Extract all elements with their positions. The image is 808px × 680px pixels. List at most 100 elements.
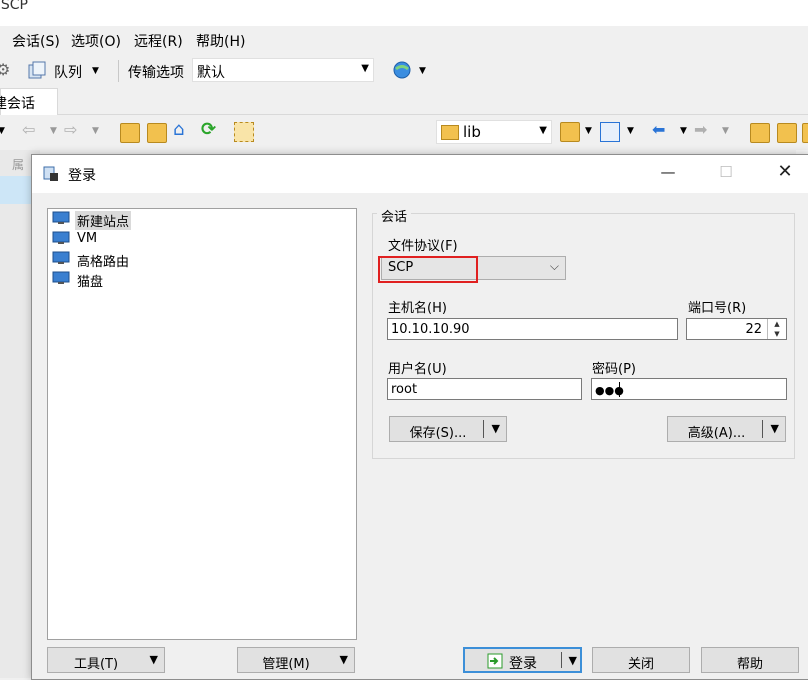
chevron-down-icon: ⌵ — [549, 259, 559, 273]
tree-folder-icon[interactable] — [234, 122, 254, 142]
monitor-icon — [52, 271, 70, 284]
home-icon[interactable]: ⌂ — [173, 119, 184, 140]
menu-options[interactable]: 选项(O) — [71, 31, 121, 51]
queue-icon[interactable] — [28, 61, 46, 79]
save-dropdown-icon[interactable]: ▼ — [492, 422, 500, 435]
monitor-icon — [52, 211, 70, 224]
protocol-highlight-box — [378, 256, 478, 283]
port-label: 端口号(R) — [688, 301, 747, 316]
username-input[interactable]: root — [387, 378, 582, 400]
menu-session[interactable]: 会话(S) — [12, 31, 60, 51]
dialog-titlebar: 登录 — ☐ ✕ — [32, 155, 808, 193]
globe-dropdown-icon[interactable]: ▼ — [419, 66, 426, 76]
transfer-options-combo[interactable]: 默认 ▼ — [192, 58, 374, 82]
tab-new-session-label: 建会话 — [0, 96, 35, 112]
remote-forward-dropdown-icon[interactable]: ▼ — [722, 126, 729, 136]
spin-up-icon[interactable]: ▲ — [768, 319, 786, 329]
queue-label[interactable]: 队列 — [54, 62, 82, 82]
close-button[interactable]: 关闭 — [592, 647, 690, 673]
password-input[interactable]: ●●● — [591, 378, 787, 400]
remote-root-folder-icon[interactable] — [777, 123, 797, 143]
toolbar-nav: ▼ ⇦ ▼ ⇨ ▼ ⌂ ⟳ lib ▼ ▼ ▼ ⬅ ▼ ➡ ▼ — [0, 116, 808, 148]
spin-down-icon[interactable]: ▼ — [768, 329, 786, 339]
root-folder-icon[interactable] — [147, 123, 167, 143]
login-arrow-icon — [487, 653, 503, 669]
filter-dropdown-icon[interactable]: ▼ — [627, 126, 634, 136]
nav-dropdown-icon[interactable]: ▼ — [0, 126, 5, 136]
login-dropdown-icon[interactable]: ▼ — [569, 654, 577, 667]
minimize-icon[interactable]: — — [656, 163, 680, 183]
transfer-options-label: 传输选项 — [128, 65, 184, 81]
help-button-label: 帮助 — [736, 657, 763, 672]
tab-new-session[interactable]: 建会话 — [0, 88, 58, 115]
local-column-header[interactable]: 属 — [12, 156, 24, 173]
chevron-down-icon: ▼ — [539, 125, 547, 136]
remote-back-dropdown-icon[interactable]: ▼ — [680, 126, 687, 136]
close-icon[interactable]: ✕ — [773, 161, 797, 182]
tools-button-label: 工具(T) — [73, 657, 119, 672]
remote-forward-arrow-icon[interactable]: ➡ — [694, 120, 707, 139]
site-item-label: 高格路由 — [77, 255, 130, 270]
port-spin-buttons[interactable]: ▲ ▼ — [767, 319, 786, 339]
queue-dropdown-icon[interactable]: ▼ — [92, 66, 99, 76]
toolbar-main: ⚙ 队列 ▼ 传输选项 默认 ▼ ▼ — [0, 56, 808, 86]
back-dropdown-icon[interactable]: ▼ — [50, 126, 57, 136]
username-value: root — [391, 382, 418, 397]
advanced-button-label: 高级(A)... — [687, 426, 746, 441]
advanced-dropdown-icon[interactable]: ▼ — [771, 422, 779, 435]
manage-dropdown-icon[interactable]: ▼ — [340, 653, 348, 666]
remote-path-value: lib — [463, 123, 481, 141]
help-button[interactable]: 帮助 — [701, 647, 799, 673]
back-arrow-icon[interactable]: ⇦ — [22, 120, 35, 139]
monitor-icon — [52, 231, 70, 244]
host-input[interactable]: 10.10.10.90 — [387, 318, 678, 340]
forward-dropdown-icon[interactable]: ▼ — [92, 126, 99, 136]
open-folder-icon[interactable] — [560, 122, 580, 142]
protocol-label: 文件协议(F) — [388, 239, 458, 254]
open-dropdown-icon[interactable]: ▼ — [585, 126, 592, 136]
tab-strip: 建会话 — [0, 88, 808, 115]
login-button-label: 登录 — [509, 656, 537, 672]
maximize-icon[interactable]: ☐ — [714, 163, 738, 183]
port-stepper[interactable]: 22 ▲ ▼ — [686, 318, 787, 340]
remote-home-folder-icon[interactable] — [802, 123, 808, 143]
remote-parent-folder-icon[interactable] — [750, 123, 770, 143]
monitor-icon — [52, 251, 70, 264]
username-label: 用户名(U) — [388, 362, 447, 377]
filter-icon[interactable] — [600, 122, 620, 142]
forward-arrow-icon[interactable]: ⇨ — [64, 120, 77, 139]
remote-path-combo[interactable]: lib ▼ — [436, 120, 552, 144]
button-split-divider — [762, 420, 763, 438]
save-button[interactable]: 保存(S)... ▼ — [389, 416, 507, 442]
password-label: 密码(P) — [592, 362, 636, 377]
manage-button[interactable]: 管理(M) ▼ — [237, 647, 355, 673]
button-split-divider — [483, 420, 484, 438]
site-item-label: VM — [77, 231, 98, 246]
app-titlebar: nSCP — [0, 0, 808, 26]
menu-help[interactable]: 帮助(H) — [196, 31, 245, 51]
chevron-down-icon: ▼ — [361, 63, 369, 74]
app-title: nSCP — [0, 0, 28, 13]
manage-button-label: 管理(M) — [262, 657, 310, 672]
session-group-label: 会话 — [377, 206, 412, 225]
host-value: 10.10.10.90 — [391, 322, 470, 337]
dialog-title: 登录 — [68, 168, 96, 184]
parent-folder-icon[interactable] — [120, 123, 140, 143]
gear-icon[interactable]: ⚙ — [0, 60, 10, 79]
login-dialog: 登录 — ☐ ✕ 新建站点 VM 高格路由 猫盘 会话 文件协议(F) SCP … — [31, 154, 808, 680]
login-button[interactable]: 登录 ▼ — [463, 647, 582, 673]
save-button-label: 保存(S)... — [409, 426, 467, 441]
button-split-divider — [561, 652, 562, 668]
text-cursor — [619, 382, 620, 397]
remote-back-arrow-icon[interactable]: ⬅ — [652, 120, 665, 139]
advanced-button[interactable]: 高级(A)... ▼ — [667, 416, 786, 442]
close-button-label: 关闭 — [627, 657, 654, 672]
folder-icon — [441, 125, 459, 140]
transfer-options-value: 默认 — [197, 65, 225, 81]
site-tree[interactable]: 新建站点 VM 高格路由 猫盘 — [47, 208, 357, 640]
globe-sync-icon[interactable] — [392, 60, 412, 80]
refresh-icon[interactable]: ⟳ — [201, 119, 216, 140]
tools-dropdown-icon[interactable]: ▼ — [150, 653, 158, 666]
menu-remote[interactable]: 远程(R) — [134, 31, 183, 51]
tools-button[interactable]: 工具(T) ▼ — [47, 647, 165, 673]
